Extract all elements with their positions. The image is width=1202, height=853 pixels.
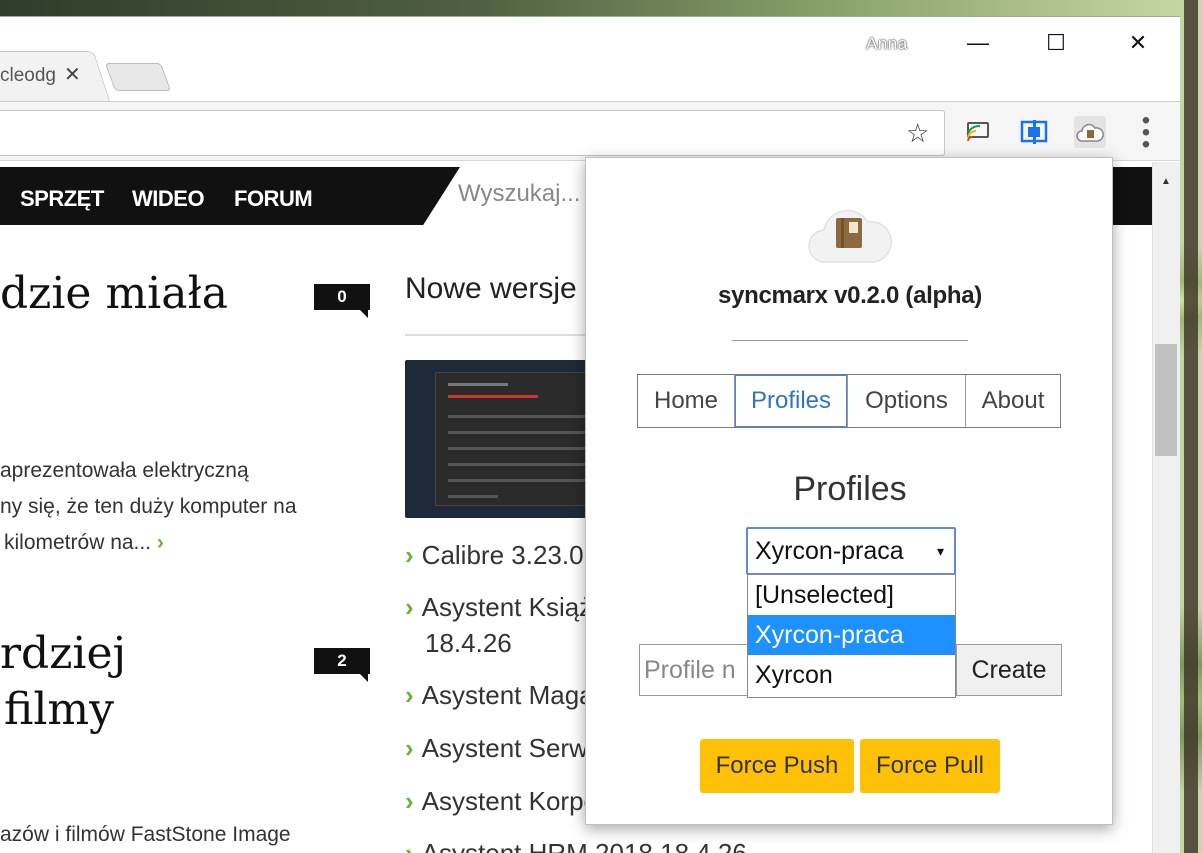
tab-profiles[interactable]: Profiles [735, 375, 848, 427]
cast-icon[interactable] [962, 116, 994, 148]
article-excerpt: ny się, że ten duży komputer na [0, 495, 297, 518]
tab-title: cleodg [0, 65, 56, 86]
new-tab-button[interactable] [104, 63, 172, 91]
software-link[interactable]: › Asystent Serw [405, 733, 588, 764]
chevron-right-icon: › [405, 838, 414, 853]
software-link[interactable]: › Asystent Maga [405, 680, 594, 711]
syncmarx-popup: syncmarx v0.2.0 (alpha) Home Profiles Op… [585, 157, 1113, 825]
comment-count-badge[interactable]: 2 [314, 648, 370, 682]
nav-wideo[interactable]: WIDEO [132, 186, 205, 212]
software-link[interactable]: › Calibre 3.23.0 [405, 540, 584, 571]
minimize-button[interactable]: — [958, 27, 998, 59]
read-more-icon[interactable]: › [157, 531, 164, 554]
scrollbar-thumb[interactable] [1155, 344, 1177, 456]
tab-close-icon[interactable]: ✕ [64, 62, 81, 87]
profile-name[interactable]: Anna [866, 34, 908, 54]
software-link[interactable]: › Asystent HRM 2018 18.4.26 [405, 838, 747, 853]
nav-forum[interactable]: FORUM [234, 186, 313, 212]
profile-select[interactable]: Xyrcon-praca ▾ [746, 527, 956, 575]
tab-about[interactable]: About [966, 375, 1060, 427]
chevron-right-icon: › [405, 540, 414, 570]
sidebar-section-title: Nowe wersje [405, 272, 577, 305]
force-push-button[interactable]: Force Push [700, 739, 854, 793]
article-excerpt: aprezentowała elektryczną [0, 459, 249, 482]
software-link[interactable]: › Asystent Książ [405, 592, 592, 623]
address-bar[interactable] [0, 110, 945, 156]
article-headline[interactable]: rdziej [0, 628, 126, 679]
site-navbar-end [1110, 167, 1152, 225]
popup-tabs: Home Profiles Options About [637, 374, 1061, 428]
syncmarx-logo-icon [806, 198, 892, 264]
profile-option-selected[interactable]: Xyrcon-praca [748, 615, 955, 655]
nav-sprzet[interactable]: SPRZĘT [20, 186, 104, 212]
tab-home[interactable]: Home [638, 375, 735, 427]
article-thumbnail[interactable] [405, 360, 605, 518]
scroll-up-icon[interactable]: ▲ [1161, 176, 1171, 187]
article-headline[interactable]: dzie miała [0, 268, 228, 319]
chevron-right-icon: › [405, 733, 414, 763]
browser-menu-icon[interactable]: • • • [1136, 109, 1156, 157]
browser-toolbar: ☆ • • • [0, 101, 1180, 161]
profile-dropdown-list: [Unselected] Xyrcon-praca Xyrcon [747, 574, 956, 698]
tree-trunk [1184, 0, 1198, 853]
article-headline[interactable]: filmy [4, 684, 114, 735]
chevron-right-icon: › [405, 680, 414, 710]
create-profile-button[interactable]: Create [956, 644, 1062, 696]
bookmark-star-icon[interactable]: ☆ [906, 120, 929, 146]
chevron-down-icon: ▾ [936, 543, 944, 559]
comment-count-badge[interactable]: 0 [314, 284, 370, 318]
article-excerpt: azów i filmów FastStone Image [0, 823, 291, 846]
force-pull-button[interactable]: Force Pull [860, 739, 1000, 793]
maximize-button[interactable]: ☐ [1036, 27, 1076, 59]
close-window-button[interactable]: ✕ [1118, 27, 1158, 59]
chevron-right-icon: › [405, 786, 414, 816]
profile-option[interactable]: Xyrcon [748, 655, 955, 695]
profile-select-value: Xyrcon-praca [755, 537, 904, 565]
divider [405, 334, 605, 336]
software-link-continued[interactable]: 18.4.26 [425, 628, 512, 659]
profile-option[interactable]: [Unselected] [748, 575, 955, 615]
chevron-right-icon: › [405, 592, 414, 622]
app-title: syncmarx v0.2.0 (alpha) [718, 282, 982, 309]
title-bar: cleodg ✕ Anna — ☐ ✕ [0, 17, 1180, 101]
divider [732, 340, 968, 341]
page-scrollbar[interactable]: ▲ [1152, 162, 1180, 853]
section-title: Profiles [793, 470, 907, 508]
tab-options[interactable]: Options [848, 375, 966, 427]
extension-icon[interactable] [1018, 116, 1050, 148]
site-search-input[interactable]: Wyszukaj... [458, 180, 580, 208]
site-navbar: SPRZĘT WIDEO FORUM [0, 167, 460, 225]
article-excerpt: kilometrów na... › [4, 531, 164, 554]
syncmarx-extension-icon[interactable] [1074, 116, 1106, 148]
software-link[interactable]: › Asystent Korpo [405, 786, 598, 817]
